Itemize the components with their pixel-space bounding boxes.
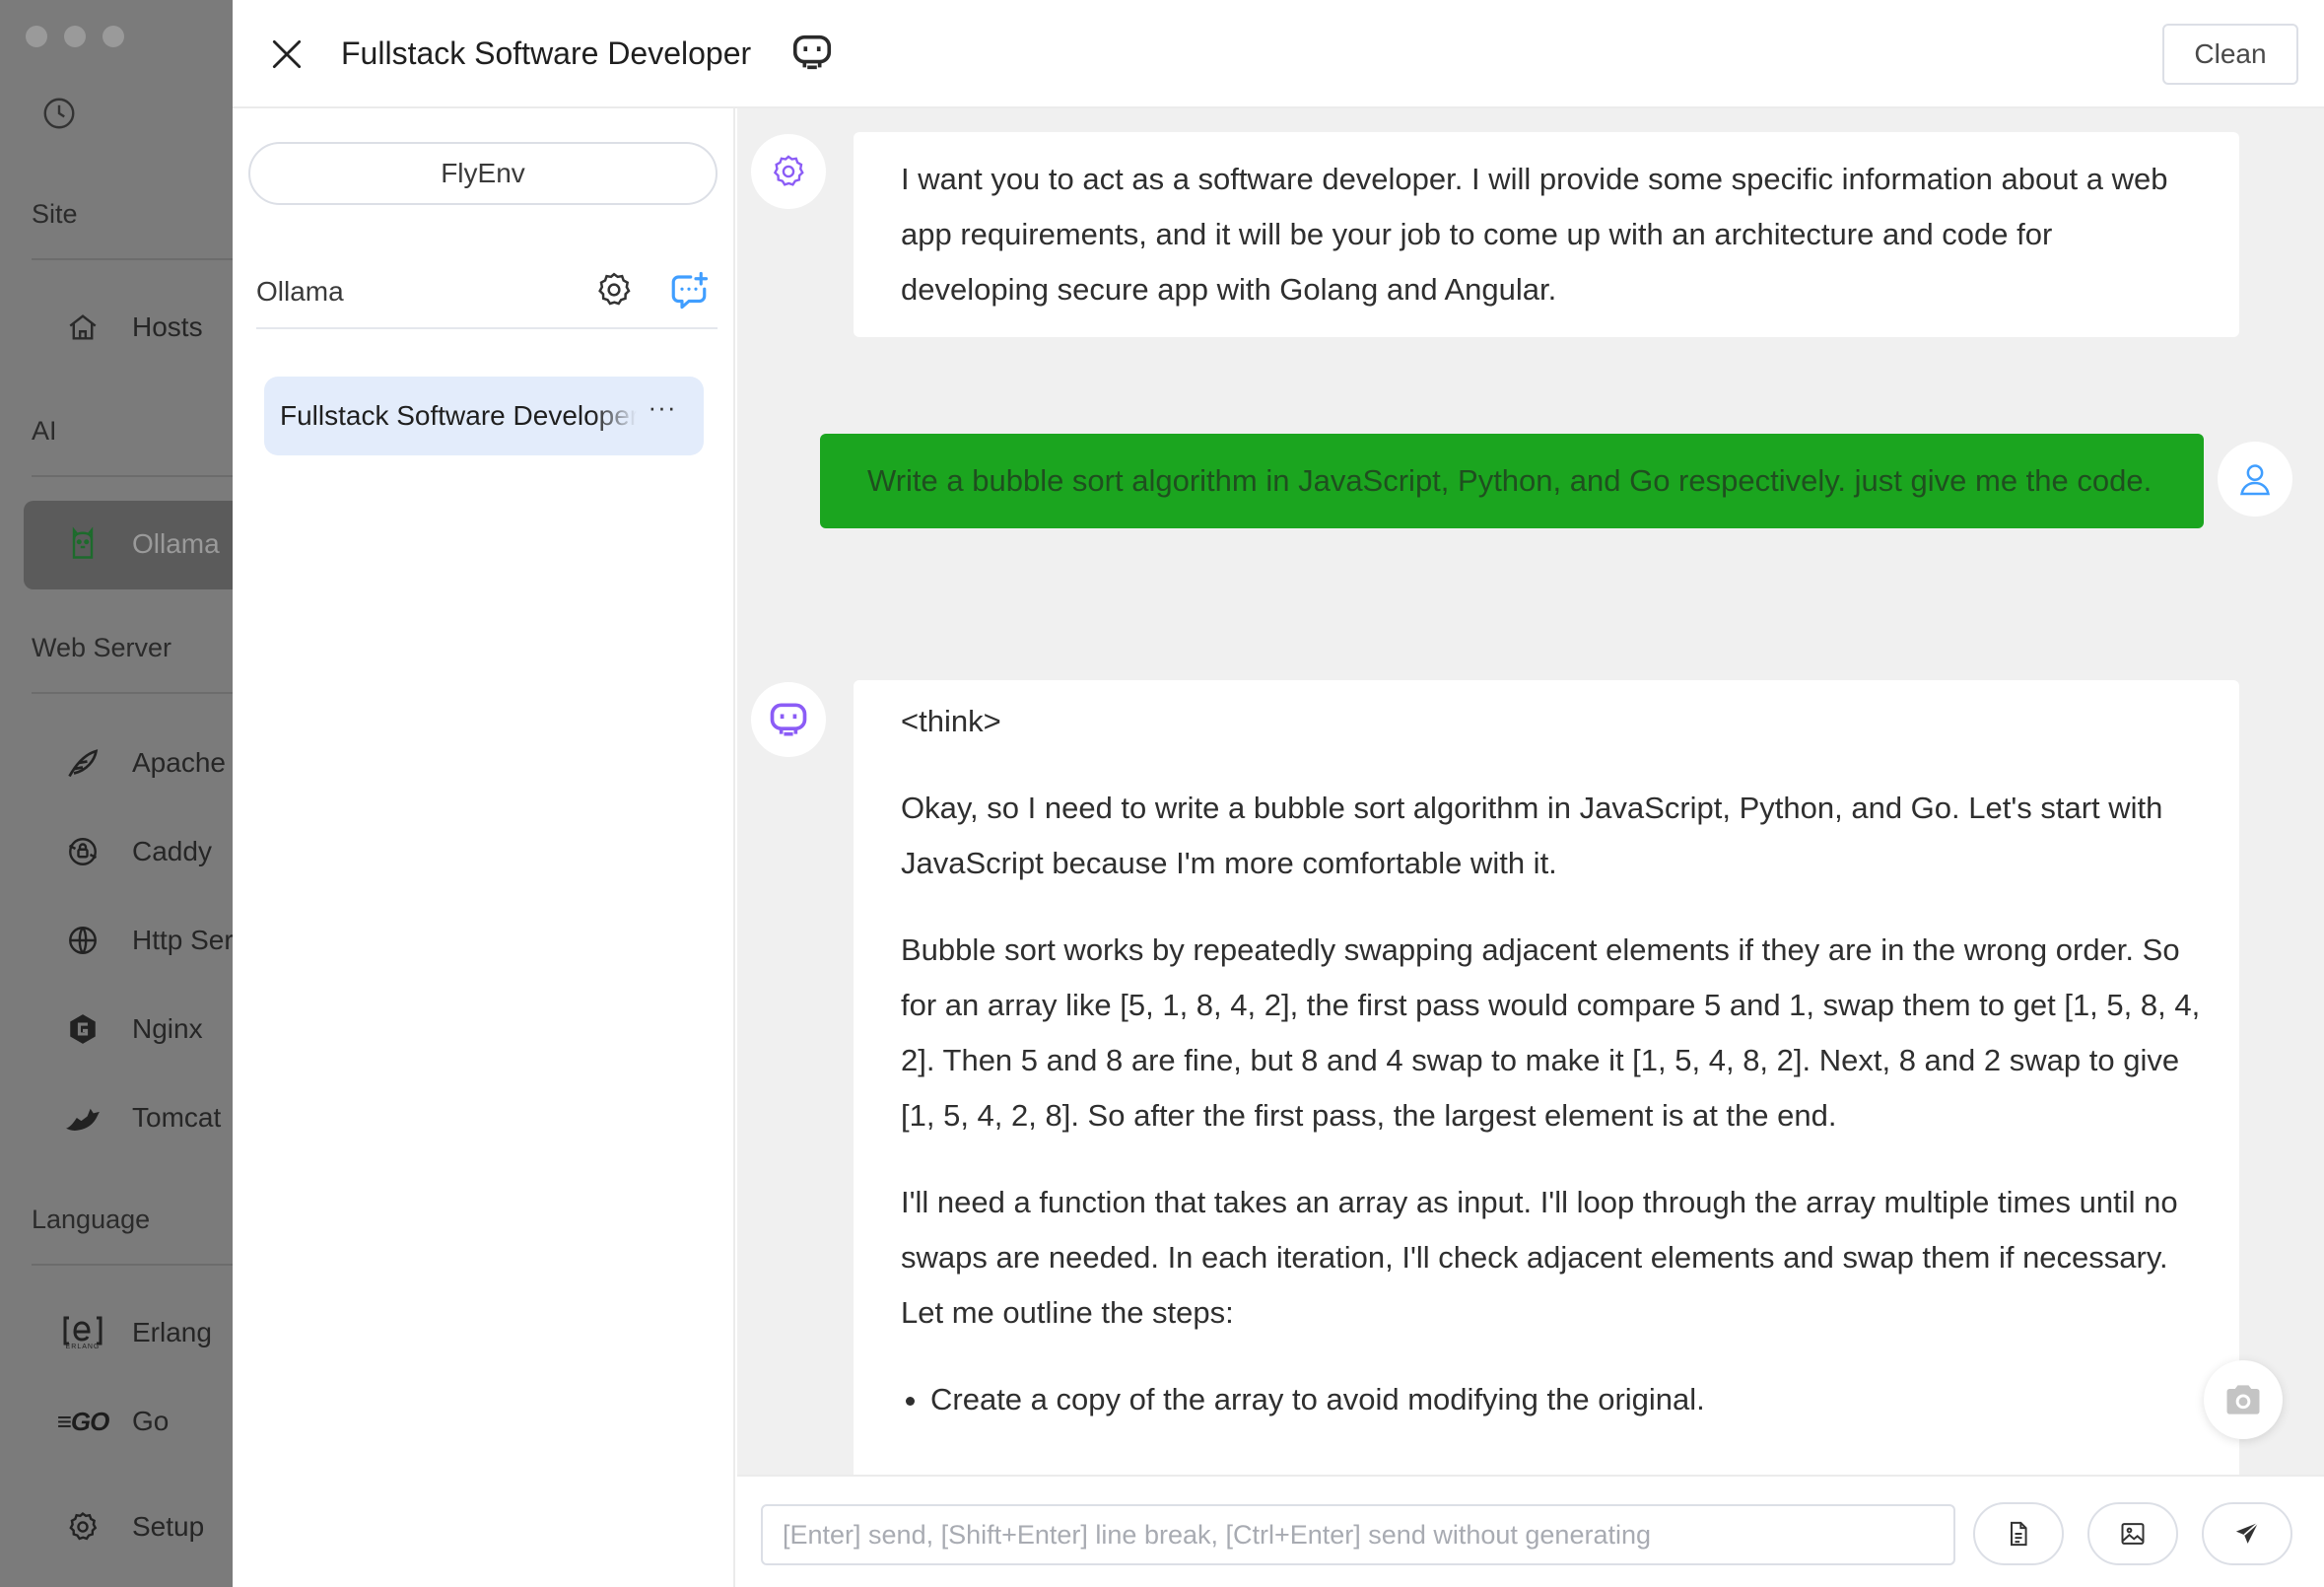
caddy-icon xyxy=(61,830,104,873)
close-icon[interactable] xyxy=(268,35,306,73)
system-message: I want you to act as a software develope… xyxy=(854,132,2239,337)
gear-icon[interactable] xyxy=(594,270,634,310)
assistant-paragraph: I'll need a function that takes an array… xyxy=(901,1175,2208,1341)
window-controls xyxy=(26,26,124,47)
sidebar-item-apache[interactable]: Apache xyxy=(61,741,226,785)
section-web-server: Web Server xyxy=(32,633,171,663)
erlang-logo-text: ERLANG xyxy=(66,1344,101,1350)
globe-icon xyxy=(61,919,104,962)
sidebar-item-go[interactable]: ≡GO Go xyxy=(61,1400,169,1443)
go-logo-text: GO xyxy=(71,1407,108,1436)
go-icon: ≡GO xyxy=(61,1400,104,1443)
divider xyxy=(32,475,237,477)
provider-name: Ollama xyxy=(256,276,344,308)
user-message-text: Write a bubble sort algorithm in JavaScr… xyxy=(867,453,2164,509)
assistant-list: Create a copy of the array to avoid modi… xyxy=(930,1372,2208,1427)
gear-icon xyxy=(770,153,807,190)
app-sidebar: Site Hosts AI Ollama Web Server Apache C… xyxy=(0,0,237,1587)
message-input[interactable] xyxy=(761,1504,1955,1565)
section-ai: AI xyxy=(32,416,57,447)
assistant-think-tag: <think> xyxy=(901,694,2208,749)
drawer-header: Fullstack Software Developer Clean xyxy=(233,0,2324,108)
sidebar-item-ollama[interactable]: Ollama xyxy=(61,522,220,566)
erlang-icon: ERLANG xyxy=(61,1311,104,1354)
attach-file-button[interactable] xyxy=(1973,1502,2064,1565)
user-icon xyxy=(2236,460,2274,498)
chat-item-label: Fullstack Software Developer xyxy=(280,400,637,432)
minimize-window-button[interactable] xyxy=(64,26,86,47)
assistant-avatar xyxy=(751,682,826,757)
chat-list-item[interactable]: Fullstack Software Developer ··· xyxy=(264,377,704,455)
screenshot-button[interactable] xyxy=(2204,1360,2283,1439)
feather-icon xyxy=(61,741,104,785)
close-window-button[interactable] xyxy=(26,26,47,47)
settings-icon xyxy=(61,1505,104,1549)
document-icon xyxy=(2005,1520,2032,1548)
cat-icon xyxy=(61,1096,104,1139)
new-chat-icon[interactable] xyxy=(668,270,710,311)
sidebar-item-tomcat[interactable]: Tomcat xyxy=(61,1096,221,1139)
user-message: Write a bubble sort algorithm in JavaScr… xyxy=(820,434,2204,528)
sidebar-item-caddy[interactable]: Caddy xyxy=(61,830,212,873)
sidebar-item-http-server[interactable]: Http Server xyxy=(61,919,237,962)
sidebar-item-label: Caddy xyxy=(132,836,212,867)
send-icon xyxy=(2233,1520,2261,1548)
chat-list-panel: FlyEnv Ollama Fullstack Software Develop… xyxy=(233,108,735,1587)
assistant-message: <think> Okay, so I need to write a bubbl… xyxy=(854,680,2239,1475)
divider xyxy=(32,1264,237,1266)
chat-drawer: Fullstack Software Developer Clean FlyEn… xyxy=(233,0,2324,1587)
sidebar-item-label: Erlang xyxy=(132,1317,212,1348)
messages-area: I want you to act as a software develope… xyxy=(737,108,2324,1475)
robot-icon xyxy=(767,698,810,741)
divider xyxy=(32,258,237,260)
section-language: Language xyxy=(32,1205,150,1235)
system-message-text: I want you to act as a software develope… xyxy=(901,152,2208,317)
image-icon xyxy=(2119,1520,2147,1548)
home-icon xyxy=(61,306,104,349)
attach-image-button[interactable] xyxy=(2087,1502,2178,1565)
clock-icon[interactable] xyxy=(41,96,77,131)
sidebar-item-label: Nginx xyxy=(132,1013,203,1045)
sidebar-item-setup[interactable]: Setup xyxy=(61,1505,204,1549)
user-avatar xyxy=(2218,442,2292,517)
sidebar-item-label: Tomcat xyxy=(132,1102,221,1134)
list-item: Create a copy of the array to avoid modi… xyxy=(930,1372,2208,1427)
sidebar-item-label: Hosts xyxy=(132,311,203,343)
more-icon[interactable]: ··· xyxy=(647,396,678,428)
camera-icon xyxy=(2221,1378,2265,1421)
system-avatar xyxy=(751,134,826,209)
flyenv-button[interactable]: FlyEnv xyxy=(248,142,718,205)
sidebar-item-erlang[interactable]: ERLANG Erlang xyxy=(61,1311,212,1354)
section-site: Site xyxy=(32,199,78,230)
input-bar xyxy=(737,1475,2324,1587)
send-button[interactable] xyxy=(2202,1502,2292,1565)
robot-icon xyxy=(789,30,835,75)
nginx-icon xyxy=(61,1007,104,1051)
sidebar-item-hosts[interactable]: Hosts xyxy=(61,306,203,349)
assistant-paragraph: Okay, so I need to write a bubble sort a… xyxy=(901,781,2208,891)
drawer-title: Fullstack Software Developer xyxy=(341,35,751,72)
assistant-paragraph: Bubble sort works by repeatedly swapping… xyxy=(901,923,2208,1143)
sidebar-item-label: Http Server xyxy=(132,925,237,956)
sidebar-item-label: Apache xyxy=(132,747,226,779)
clean-button[interactable]: Clean xyxy=(2162,24,2298,85)
provider-header: Ollama xyxy=(256,266,718,329)
divider xyxy=(32,692,237,694)
sidebar-item-label: Go xyxy=(132,1406,169,1437)
sidebar-item-nginx[interactable]: Nginx xyxy=(61,1007,203,1051)
maximize-window-button[interactable] xyxy=(103,26,124,47)
llama-icon xyxy=(61,522,104,566)
sidebar-item-label: Setup xyxy=(132,1511,204,1543)
sidebar-item-label: Ollama xyxy=(132,528,220,560)
